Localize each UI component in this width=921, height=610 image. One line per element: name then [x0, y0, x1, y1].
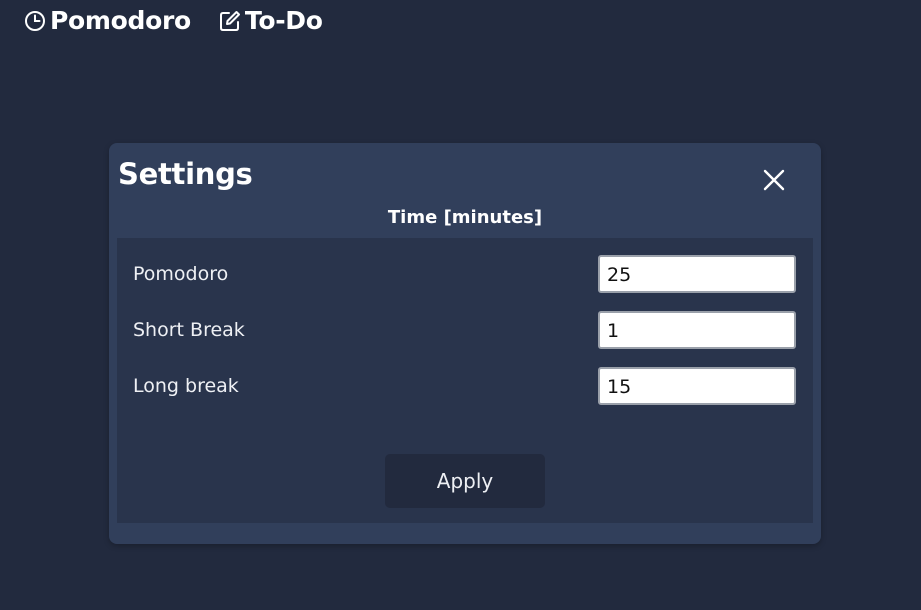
clock-icon [24, 10, 46, 32]
edit-icon [219, 10, 241, 32]
nav-link-pomodoro[interactable]: Pomodoro [24, 6, 191, 35]
settings-modal: Settings Time [minutes] Pomodoro Short B… [109, 143, 821, 544]
apply-button[interactable]: Apply [385, 454, 545, 508]
nav-label-todo: To-Do [244, 6, 323, 35]
settings-panel: Pomodoro Short Break Long break Apply [117, 238, 813, 523]
nav-label-pomodoro: Pomodoro [50, 6, 191, 35]
nav-link-todo[interactable]: To-Do [219, 6, 323, 35]
long-break-input[interactable] [598, 367, 796, 405]
close-button[interactable] [759, 167, 789, 197]
short-break-label: Short Break [133, 319, 245, 341]
short-break-input[interactable] [598, 311, 796, 349]
pomodoro-input[interactable] [598, 255, 796, 293]
long-break-label: Long break [133, 375, 239, 397]
top-nav: Pomodoro To-Do [24, 6, 351, 35]
short-break-row: Short Break [117, 311, 813, 351]
close-icon [763, 169, 785, 195]
section-heading: Time [minutes] [387, 207, 543, 228]
pomodoro-row: Pomodoro [117, 255, 813, 295]
pomodoro-label: Pomodoro [133, 263, 229, 285]
modal-title: Settings [118, 157, 253, 191]
long-break-row: Long break [117, 367, 813, 407]
